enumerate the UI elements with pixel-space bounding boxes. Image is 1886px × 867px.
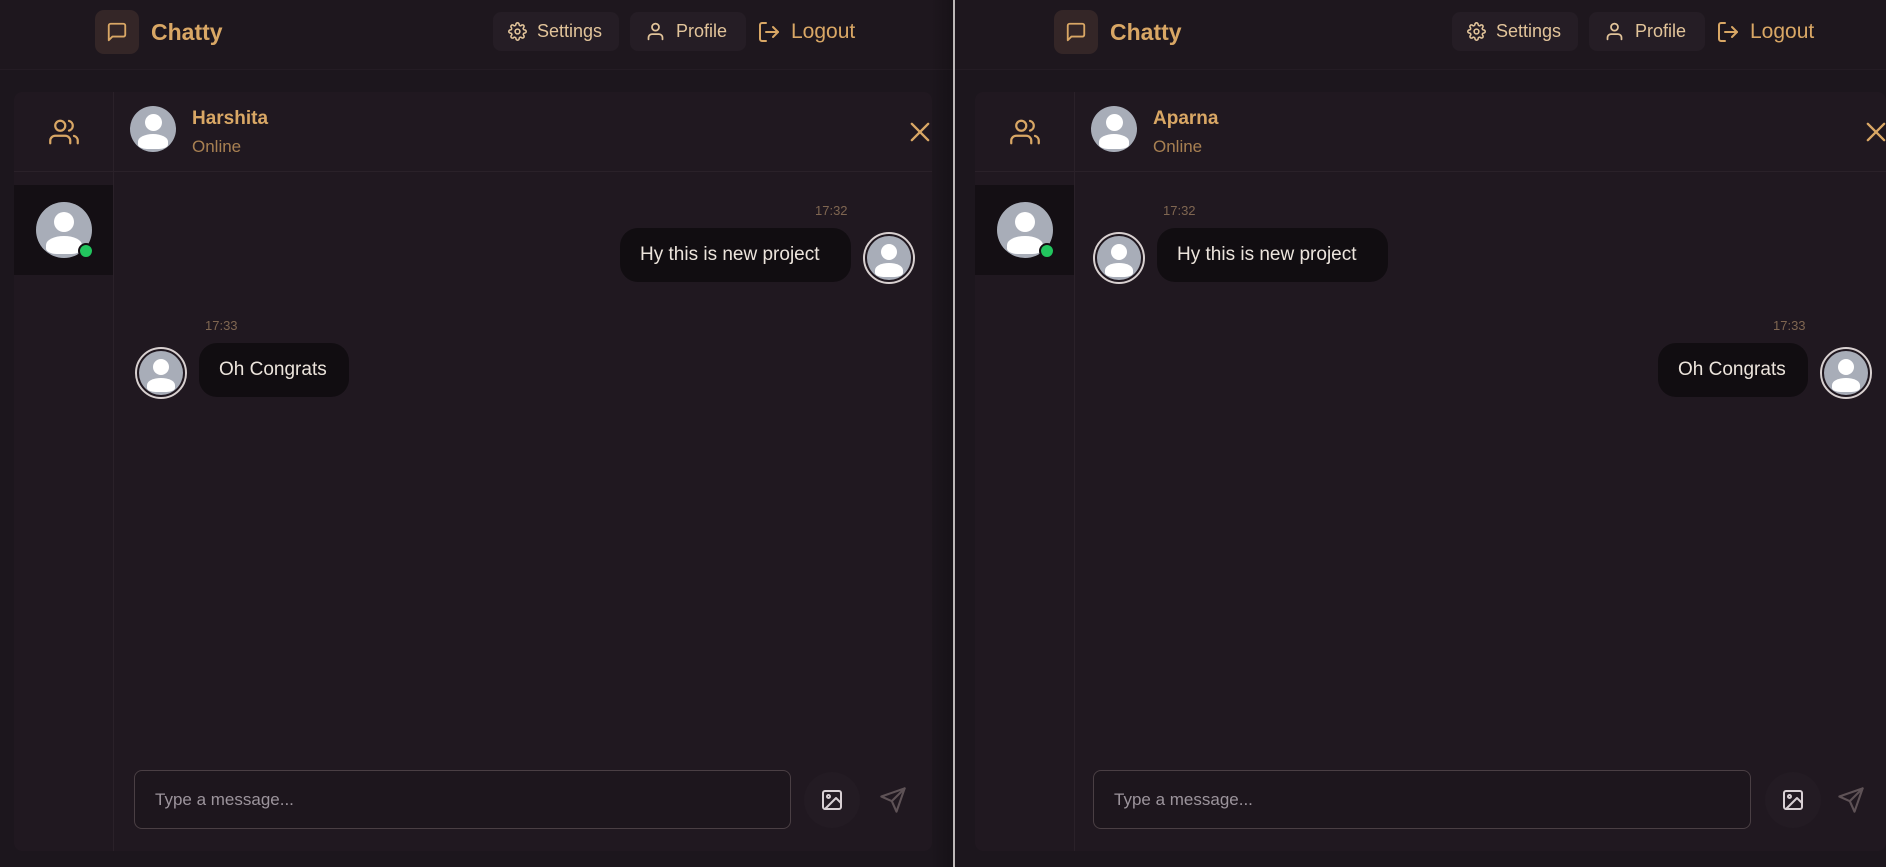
brand-name: Chatty xyxy=(1110,18,1182,45)
users-icon xyxy=(1009,119,1040,144)
profile-button[interactable]: Profile xyxy=(630,12,746,51)
peer-status: Online xyxy=(192,137,242,156)
peer-name: Aparna xyxy=(1153,108,1219,129)
message-time: 17:33 xyxy=(1773,318,1806,333)
send-icon xyxy=(1838,787,1864,813)
sidebar-header xyxy=(975,92,1074,172)
settings-button[interactable]: Settings xyxy=(1452,12,1578,51)
peer-name: Harshita xyxy=(192,108,269,129)
message-square-icon xyxy=(95,10,139,54)
peer-status: Online xyxy=(1153,137,1203,156)
profile-label: Profile xyxy=(1635,21,1687,41)
attach-image-button[interactable] xyxy=(804,772,860,828)
logout-button[interactable]: Logout xyxy=(1708,12,1822,51)
window-shadow xyxy=(930,0,953,867)
user-icon xyxy=(1606,22,1623,41)
chat-window-right: Chatty Settings Profile Logout Aparna On… xyxy=(955,0,1886,867)
navbar: Chatty Settings Profile Logout xyxy=(0,0,953,70)
message-square-icon xyxy=(1054,10,1098,54)
message-input[interactable]: Type a message... xyxy=(134,770,791,829)
chat-container: Harshita Online 17:32 Hy this is new pro… xyxy=(14,92,932,851)
message-bubble: Hy this is new project xyxy=(1157,228,1388,282)
peer-avatar xyxy=(130,106,176,152)
online-indicator xyxy=(1039,243,1055,259)
brand[interactable]: Chatty xyxy=(95,10,223,54)
logout-button[interactable]: Logout xyxy=(749,12,863,51)
sidebar xyxy=(14,92,114,851)
chat-window-left: Chatty Settings Profile Logout Harshita … xyxy=(0,0,953,867)
message-avatar xyxy=(135,347,187,399)
user-icon xyxy=(647,22,664,41)
image-icon xyxy=(822,790,842,810)
peer-avatar xyxy=(1091,106,1137,152)
chat-area: Aparna Online 17:32 Hy this is new proje… xyxy=(1075,92,1886,851)
message-bubble: Oh Congrats xyxy=(1658,343,1808,397)
gear-icon xyxy=(508,22,527,41)
logout-icon xyxy=(759,21,779,42)
profile-button[interactable]: Profile xyxy=(1589,12,1705,51)
send-button[interactable] xyxy=(1833,782,1869,818)
message-avatar xyxy=(1093,232,1145,284)
send-icon xyxy=(880,787,906,813)
chat-header: Aparna Online xyxy=(1075,92,1886,172)
attach-image-button[interactable] xyxy=(1765,772,1821,828)
message-avatar xyxy=(863,232,915,284)
message-time: 17:32 xyxy=(1163,203,1196,218)
online-indicator xyxy=(78,243,94,259)
settings-label: Settings xyxy=(1496,21,1562,41)
close-chat-button[interactable] xyxy=(1862,118,1886,151)
sidebar xyxy=(975,92,1075,851)
users-icon xyxy=(48,119,79,144)
brand-name: Chatty xyxy=(151,18,223,45)
chat-area: Harshita Online 17:32 Hy this is new pro… xyxy=(114,92,932,851)
image-icon xyxy=(1783,790,1803,810)
settings-button[interactable]: Settings xyxy=(493,12,619,51)
sidebar-header xyxy=(14,92,113,172)
message-avatar xyxy=(1820,347,1872,399)
message-bubble: Oh Congrats xyxy=(199,343,349,397)
logout-icon xyxy=(1718,21,1738,42)
profile-label: Profile xyxy=(676,21,728,41)
chat-header: Harshita Online xyxy=(114,92,932,172)
gear-icon xyxy=(1467,22,1486,41)
contact-item[interactable] xyxy=(975,185,1074,275)
logout-label: Logout xyxy=(791,19,856,43)
send-button[interactable] xyxy=(875,782,911,818)
message-input[interactable]: Type a message... xyxy=(1093,770,1751,829)
message-time: 17:32 xyxy=(815,203,848,218)
logout-label: Logout xyxy=(1750,19,1815,43)
brand[interactable]: Chatty xyxy=(1054,10,1182,54)
navbar: Chatty Settings Profile Logout xyxy=(955,0,1886,70)
message-bubble: Hy this is new project xyxy=(620,228,851,282)
chat-container: Aparna Online 17:32 Hy this is new proje… xyxy=(975,92,1886,851)
contact-item[interactable] xyxy=(14,185,113,275)
settings-label: Settings xyxy=(537,21,603,41)
close-icon xyxy=(1866,122,1886,142)
message-time: 17:33 xyxy=(205,318,238,333)
